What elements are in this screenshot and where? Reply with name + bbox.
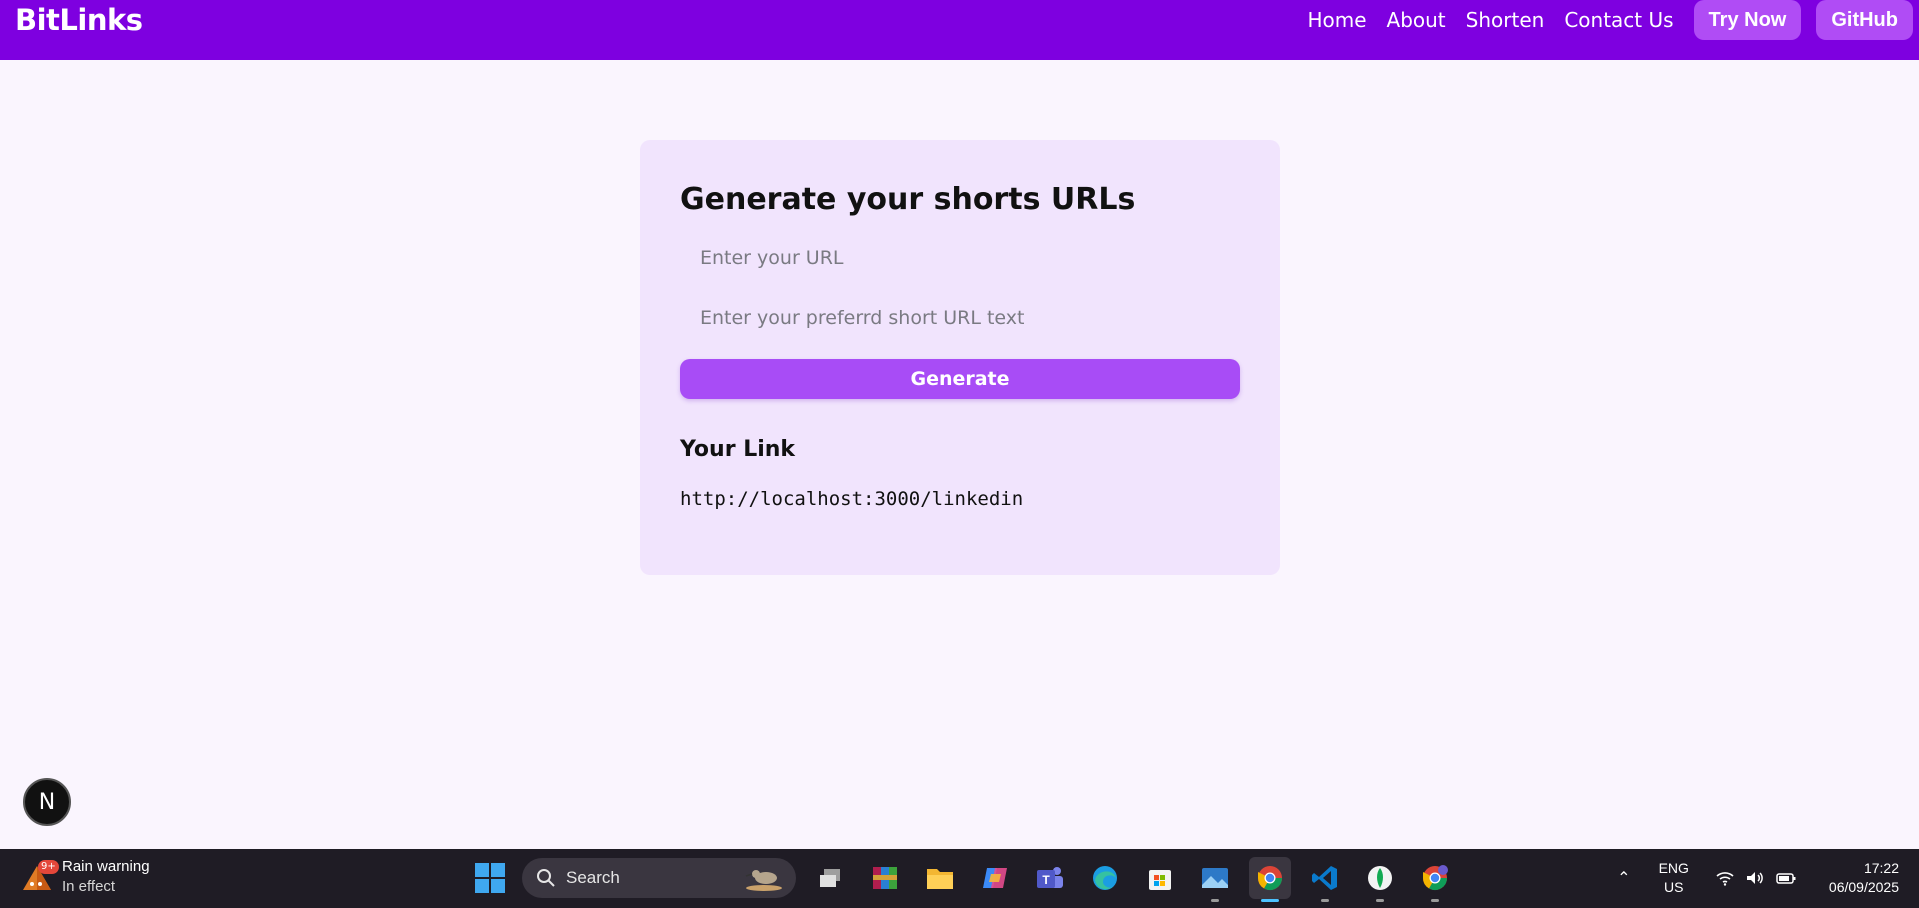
wifi-icon[interactable] — [1715, 870, 1735, 886]
search-label: Search — [566, 868, 620, 887]
nav-link-about[interactable]: About — [1387, 8, 1446, 32]
brand-logo[interactable]: BitLinks — [15, 3, 143, 37]
bird-illustration-icon — [745, 870, 782, 891]
nav-link-contact[interactable]: Contact Us — [1564, 8, 1673, 32]
nav-links: Home About Shorten Contact Us Try Now Gi… — [1287, 0, 1913, 40]
short-text-input[interactable] — [680, 293, 1240, 343]
chevron-up-icon[interactable]: ⌃ — [1617, 868, 1630, 888]
microsoft-store-icon[interactable] — [1139, 857, 1181, 899]
generate-button[interactable]: Generate — [680, 359, 1240, 399]
volume-icon[interactable] — [1745, 870, 1765, 886]
weather-title: Rain warning — [62, 858, 150, 875]
photos-icon[interactable] — [1194, 857, 1236, 902]
weather-badge: 9+ — [38, 860, 59, 874]
battery-icon[interactable] — [1775, 870, 1797, 886]
nextjs-dev-badge[interactable]: N — [23, 778, 71, 826]
github-button[interactable]: GitHub — [1816, 0, 1913, 40]
windows-start-icon[interactable] — [470, 858, 510, 898]
windows-taskbar: 9+ Rain warning In effect Search T ⌃ ENG… — [0, 849, 1919, 908]
short-link-output[interactable]: http://localhost:3000/linkedin — [680, 488, 1240, 510]
svg-text:T: T — [1042, 873, 1050, 887]
url-input[interactable] — [680, 233, 1240, 283]
search-icon — [537, 869, 555, 887]
nextjs-n-icon: N — [38, 789, 56, 815]
nav-link-home[interactable]: Home — [1307, 8, 1366, 32]
language-line2: US — [1664, 879, 1684, 895]
shorten-card: Generate your shorts URLs Generate Your … — [640, 140, 1280, 575]
language-indicator[interactable]: ENG US — [1659, 859, 1689, 897]
edge-icon[interactable] — [1084, 857, 1126, 899]
card-title: Generate your shorts URLs — [680, 182, 1136, 217]
vscode-icon[interactable] — [1304, 857, 1346, 902]
file-explorer-icon[interactable] — [919, 857, 961, 899]
language-line1: ENG — [1658, 860, 1689, 876]
taskbar-search[interactable]: Search — [522, 858, 796, 898]
taskbar-center: Search T — [470, 857, 1456, 902]
winrar-icon[interactable] — [864, 857, 906, 899]
chrome-icon[interactable] — [1249, 857, 1291, 902]
copilot-icon[interactable] — [974, 857, 1016, 899]
weather-subtitle: In effect — [62, 878, 116, 895]
navbar: BitLinks Home About Shorten Contact Us T… — [0, 0, 1919, 60]
clock-time: 17:22 — [1863, 860, 1899, 876]
weather-alert-icon: 9+ — [20, 860, 59, 894]
nav-link-shorten[interactable]: Shorten — [1466, 8, 1545, 32]
teams-icon[interactable]: T — [1029, 857, 1071, 899]
clock-date: 06/09/2025 — [1828, 879, 1899, 895]
weather-widget[interactable]: 9+ Rain warning In effect — [20, 857, 150, 897]
chrome-profile-icon[interactable] — [1414, 857, 1456, 902]
system-tray: ⌃ ENG US 17:22 06/09/2025 — [1617, 855, 1899, 901]
task-view-icon[interactable] — [809, 857, 851, 899]
mongodb-compass-icon[interactable] — [1359, 857, 1401, 902]
try-now-button[interactable]: Try Now — [1693, 0, 1802, 40]
clock[interactable]: 17:22 06/09/2025 — [1829, 859, 1899, 897]
your-link-heading: Your Link — [680, 437, 796, 462]
